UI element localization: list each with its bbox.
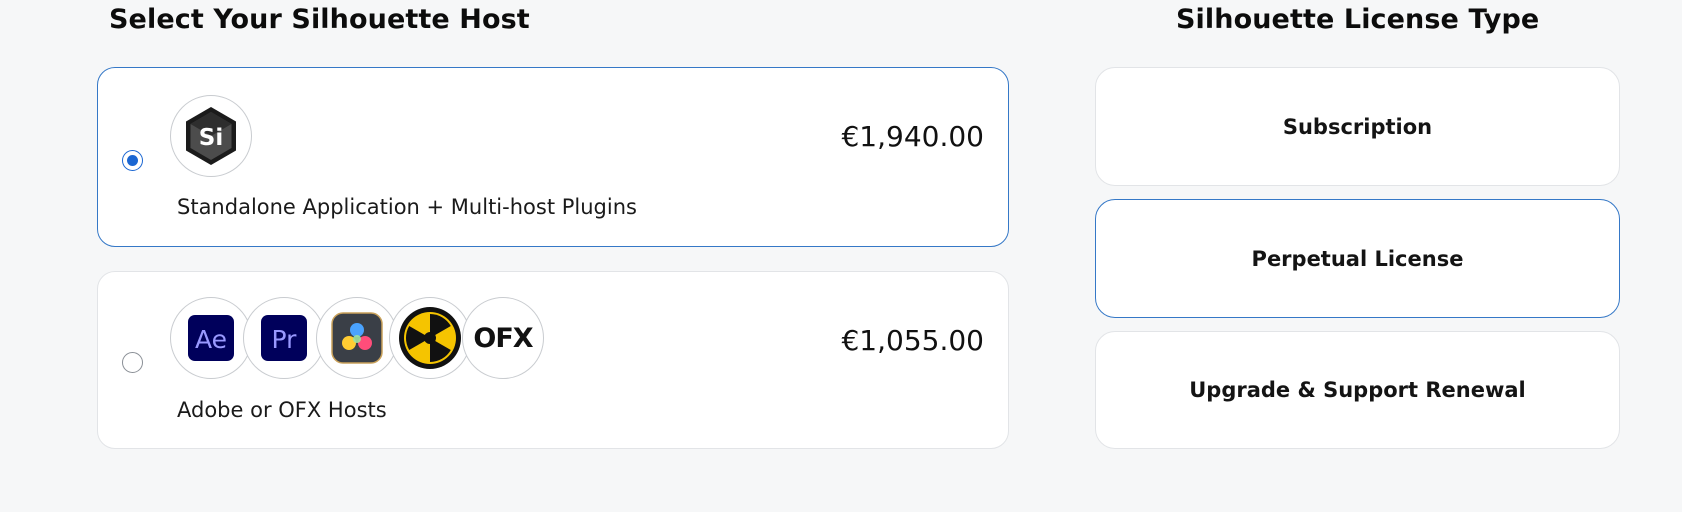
- host-description-standalone: Standalone Application + Multi-host Plug…: [177, 195, 637, 219]
- after-effects-text: Ae: [195, 325, 227, 354]
- host-radio-standalone[interactable]: [122, 150, 143, 171]
- host-radio-adobe-ofx[interactable]: [122, 352, 143, 373]
- host-option-standalone[interactable]: Si €1,940.00 Standalone Application + Mu…: [97, 67, 1009, 247]
- license-option-subscription[interactable]: Subscription: [1095, 67, 1620, 186]
- nuke-icon: [389, 297, 471, 379]
- ofx-text: OFX: [473, 322, 533, 354]
- silhouette-si-text: Si: [199, 125, 223, 151]
- after-effects-icon: Ae: [170, 297, 252, 379]
- silhouette-si-icon: Si: [170, 95, 252, 177]
- host-description-adobe-ofx: Adobe or OFX Hosts: [177, 398, 387, 422]
- premiere-pro-icon: Pr: [243, 297, 325, 379]
- license-option-upgrade-support[interactable]: Upgrade & Support Renewal: [1095, 331, 1620, 449]
- page: Select Your Silhouette Host Silhouette L…: [0, 0, 1682, 512]
- host-option-adobe-ofx[interactable]: Ae Pr OFX €1,055.00 Adobe or OFX Hosts: [97, 271, 1009, 449]
- premiere-pro-text: Pr: [272, 325, 298, 354]
- host-price-standalone: €1,940.00: [841, 120, 984, 153]
- ofx-icon: OFX: [462, 297, 544, 379]
- license-option-perpetual[interactable]: Perpetual License: [1095, 199, 1620, 318]
- license-section-title: Silhouette License Type: [1176, 4, 1540, 35]
- davinci-resolve-icon: [316, 297, 398, 379]
- host-section-title: Select Your Silhouette Host: [109, 4, 530, 35]
- host-price-adobe-ofx: €1,055.00: [841, 324, 984, 357]
